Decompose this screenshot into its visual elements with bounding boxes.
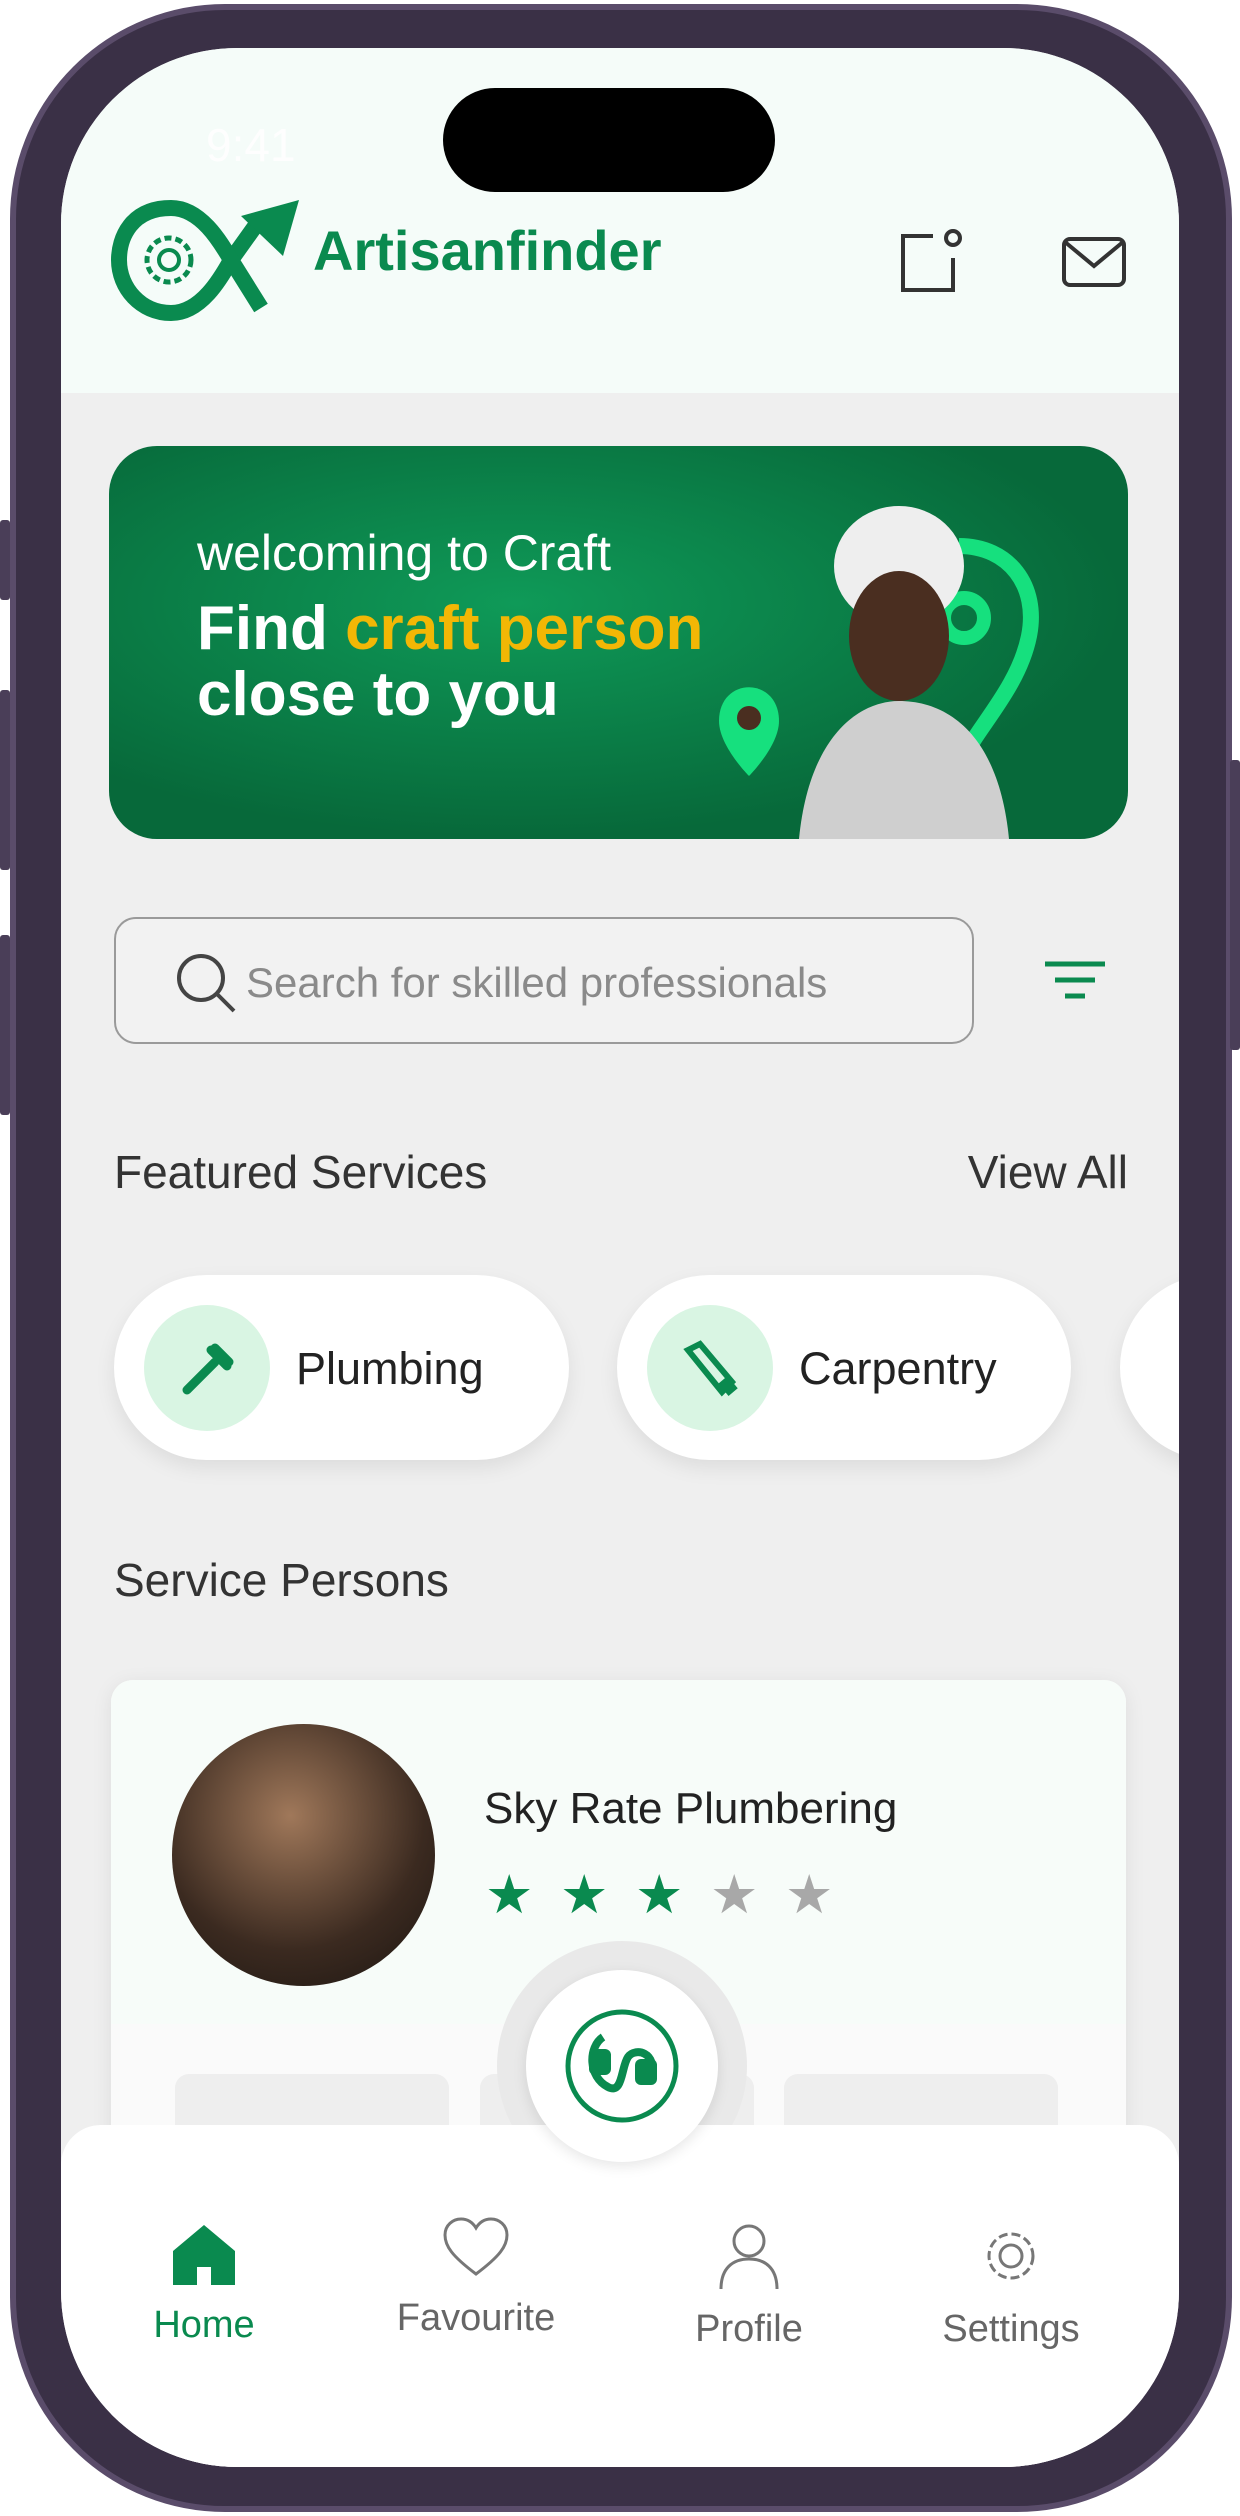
banner-highlight: craft person: [345, 594, 704, 663]
status-time: 9:41: [206, 119, 296, 171]
app-header: 9:41 Artisanfinder: [61, 48, 1179, 393]
profile-icon: [719, 2224, 779, 2290]
service-chip-plumbing[interactable]: Plumbing: [114, 1275, 569, 1460]
chip-label: Carpentry: [799, 1343, 997, 1394]
logo-icon: [111, 200, 299, 322]
nav-settings[interactable]: Settings: [901, 2223, 1121, 2351]
volume-down-button: [0, 935, 10, 1115]
nav-favourite[interactable]: Favourite: [366, 2216, 586, 2340]
mail-icon[interactable]: [1061, 236, 1127, 288]
star-filled-icon: ★: [560, 1865, 609, 1925]
nav-label: Home: [153, 2304, 255, 2346]
power-button: [1230, 760, 1240, 1050]
avatar: [172, 1724, 435, 1986]
star-filled-icon: ★: [485, 1865, 534, 1925]
heart-icon: [443, 2217, 509, 2276]
side-button: [0, 520, 10, 600]
welcome-banner[interactable]: welcoming to Craft Find craft person clo…: [109, 446, 1128, 839]
brand-name: Artisanfinder: [313, 219, 662, 282]
nav-label: Settings: [942, 2308, 1080, 2350]
nav-label: Profile: [695, 2308, 803, 2350]
banner-headline-prefix: Find: [197, 594, 346, 663]
dynamic-island: [443, 88, 775, 192]
nav-label: Favourite: [396, 2297, 556, 2339]
gear-icon: [987, 2232, 1035, 2280]
search-placeholder: Search for skilled professionals: [246, 959, 828, 1006]
handshake-button[interactable]: [526, 1970, 718, 2162]
service-persons-title: Service Persons: [114, 1554, 449, 1606]
saw-icon: [647, 1305, 773, 1431]
banner-headline: Find craft person close to you: [197, 596, 703, 728]
service-chip-carpentry[interactable]: Carpentry: [617, 1275, 1071, 1460]
worker-illustration: [719, 506, 1039, 839]
search-icon: [177, 954, 236, 1013]
home-icon: [173, 2225, 235, 2285]
notification-icon[interactable]: [899, 228, 963, 294]
wrench-icon: [144, 1305, 270, 1431]
service-chip-more[interactable]: [1120, 1275, 1179, 1460]
banner-greeting: welcoming to Craft: [197, 525, 612, 581]
star-empty-icon: ★: [785, 1865, 834, 1925]
handshake-icon: [565, 2009, 679, 2123]
service-person-name: Sky Rate Plumbering: [484, 1784, 898, 1833]
nav-profile[interactable]: Profile: [639, 2223, 859, 2351]
star-empty-icon: ★: [710, 1865, 759, 1925]
nav-home[interactable]: Home: [94, 2223, 314, 2347]
screen: 9:41 Artisanfinder welcoming to Craft Fi…: [61, 48, 1179, 2467]
volume-up-button: [0, 690, 10, 870]
chip-label: Plumbing: [296, 1343, 484, 1394]
featured-services-title: Featured Services: [114, 1146, 488, 1198]
banner-headline-line3: close to you: [197, 660, 559, 729]
filter-icon[interactable]: [1043, 958, 1107, 1002]
view-all-link[interactable]: View All: [968, 1145, 1128, 1199]
star-filled-icon: ★: [635, 1865, 684, 1925]
search-input[interactable]: Search for skilled professionals: [114, 917, 974, 1044]
